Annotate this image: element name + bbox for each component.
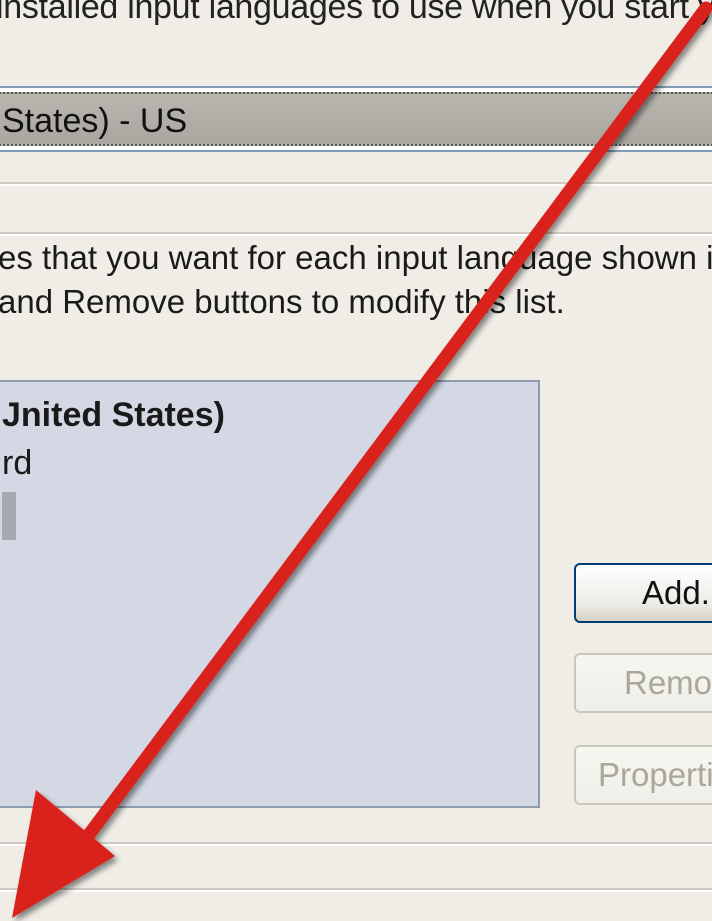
tree-language-node[interactable]: Jnited States) <box>2 396 225 435</box>
arrow-head <box>12 790 115 918</box>
tree-keyboard-node[interactable]: rd <box>2 444 32 483</box>
installed-services-tree[interactable]: Jnited States) rd <box>0 380 540 808</box>
default-input-language-value: States) - US <box>2 102 188 140</box>
separator-line-top <box>0 182 712 186</box>
combobox-selection-highlight: States) - US <box>0 92 712 146</box>
input-language-instruction: installed input languages to use when yo… <box>0 0 712 26</box>
add-button[interactable]: Add. <box>574 563 712 623</box>
text-services-dialog: installed input languages to use when yo… <box>0 0 712 921</box>
remove-button[interactable]: Remov <box>574 653 712 713</box>
installed-services-description: es that you want for each input language… <box>0 236 712 324</box>
tree-selected-item[interactable] <box>2 492 16 540</box>
separator-line-bottom <box>0 888 712 892</box>
groupbox-bottom-border <box>0 842 712 846</box>
properties-button[interactable]: Properti <box>574 745 712 805</box>
default-input-language-combobox[interactable]: States) - US <box>0 86 712 152</box>
description-line-1: es that you want for each input language… <box>0 239 712 276</box>
description-line-2: and Remove buttons to modify this list. <box>0 283 565 320</box>
